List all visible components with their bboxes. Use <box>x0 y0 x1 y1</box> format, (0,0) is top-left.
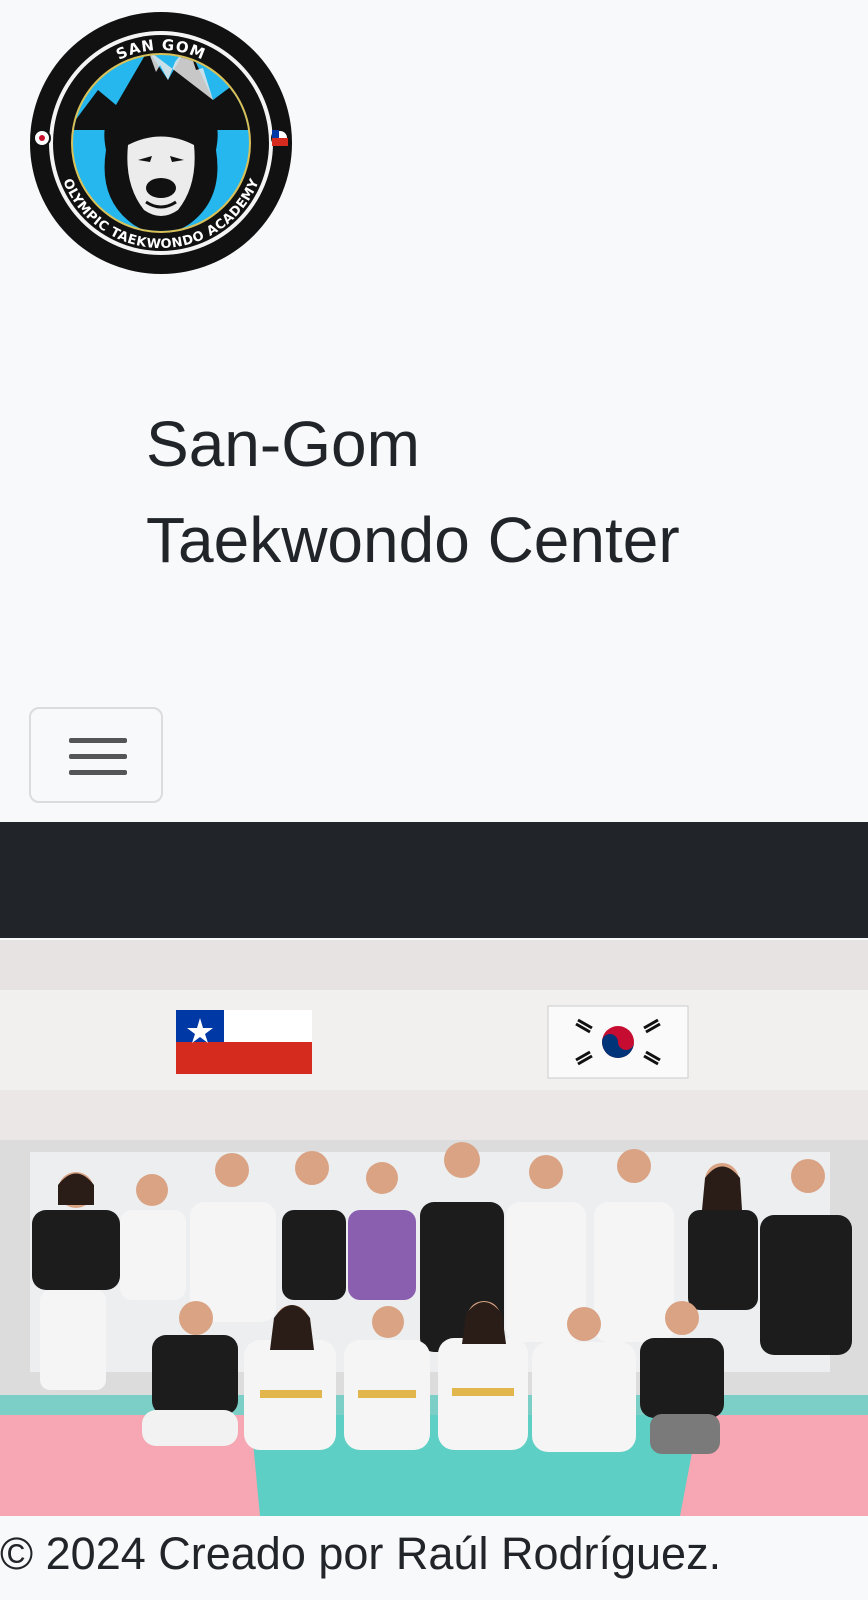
academy-logo[interactable]: SAN GOM OLYMPIC TAEKWONDO ACADEMY <box>28 10 294 276</box>
hamburger-menu-icon <box>69 738 127 743</box>
chile-flag <box>176 1010 312 1074</box>
group-photo <box>0 940 868 1516</box>
hamburger-menu-icon <box>69 770 127 775</box>
korea-flag <box>547 1005 689 1079</box>
brand-title[interactable]: San-Gom Taekwondo Center <box>146 396 680 588</box>
hamburger-menu-icon <box>69 754 127 759</box>
dark-navbar-band <box>0 822 868 938</box>
brand-title-line1: San-Gom <box>146 408 420 480</box>
footer-copyright: © 2024 Creado por Raúl Rodríguez. <box>0 1528 722 1579</box>
navbar-toggler-button[interactable] <box>29 707 163 803</box>
brand-title-line2: Taekwondo Center <box>146 504 680 576</box>
